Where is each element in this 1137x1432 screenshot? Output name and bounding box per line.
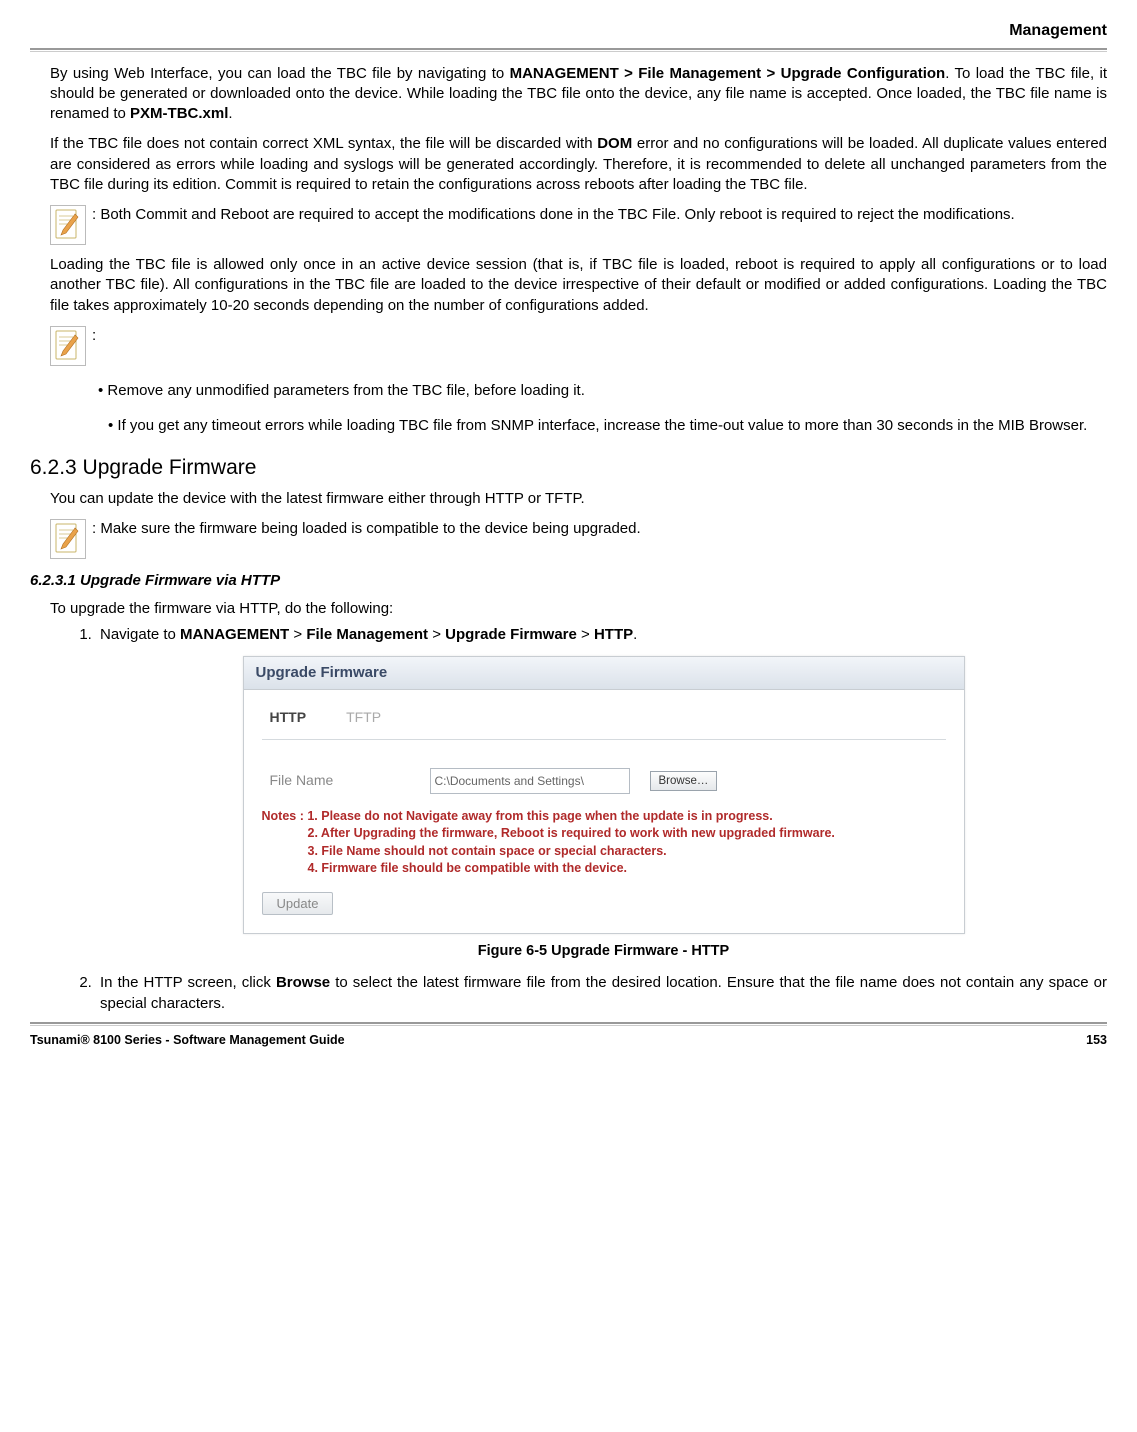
pencil-note-icon (50, 519, 86, 559)
bullet-2: • If you get any timeout errors while lo… (108, 416, 1107, 436)
footer-left: Tsunami® 8100 Series - Software Manageme… (30, 1032, 345, 1049)
p1-t1: By using Web Interface, you can load the… (50, 65, 510, 82)
panel-notes: Notes : 1. Please do not Navigate away f… (262, 808, 946, 878)
file-name-label: File Name (270, 771, 410, 790)
panel-divider (262, 739, 946, 740)
heading-6-2-3: 6.2.3 Upgrade Firmware (30, 454, 1107, 482)
paragraph-3: Loading the TBC file is allowed only onc… (50, 255, 1107, 316)
page-footer: Tsunami® 8100 Series - Software Manageme… (30, 1032, 1107, 1049)
step1-s2: > (428, 626, 445, 643)
file-row: File Name Browse… (262, 764, 946, 798)
footer-page-number: 153 (1086, 1032, 1107, 1049)
tab-http[interactable]: HTTP (270, 708, 307, 727)
panel-note-3: 3. File Name should not contain space or… (262, 843, 946, 861)
step1-s3: > (577, 626, 594, 643)
step2-b1: Browse (276, 974, 330, 991)
figure-caption: Figure 6-5 Upgrade Firmware - HTTP (100, 942, 1107, 962)
header-rule (30, 48, 1107, 52)
panel-tabs: HTTP TFTP (262, 704, 946, 735)
sec623-intro: You can update the device with the lates… (50, 489, 1107, 509)
p1-t3: . (228, 105, 232, 122)
panel-note-1: Notes : 1. Please do not Navigate away f… (262, 808, 946, 826)
p2-t1: If the TBC file does not contain correct… (50, 135, 597, 152)
footer-rule (30, 1022, 1107, 1026)
pencil-note-icon (50, 205, 86, 245)
tab-tftp[interactable]: TFTP (346, 708, 381, 727)
pencil-note-icon (50, 326, 86, 366)
bullet-1: • Remove any unmodified parameters from … (108, 381, 1107, 401)
note-1-text: : Both Commit and Reboot are required to… (92, 205, 1107, 225)
note-3-text: : Make sure the firmware being loaded is… (92, 519, 1107, 539)
step1-t1: Navigate to (100, 626, 180, 643)
step1-s1: > (289, 626, 306, 643)
update-button[interactable]: Update (262, 892, 334, 915)
p1-b2: PXM-TBC.xml (130, 105, 228, 122)
p2-b1: DOM (597, 135, 632, 152)
paragraph-2: If the TBC file does not contain correct… (50, 134, 1107, 195)
paragraph-1: By using Web Interface, you can load the… (50, 64, 1107, 125)
step1-t2: . (633, 626, 637, 643)
p1-b1: MANAGEMENT > File Management > Upgrade C… (510, 65, 946, 82)
step-1: Navigate to MANAGEMENT > File Management… (96, 625, 1107, 961)
browse-button[interactable]: Browse… (650, 771, 718, 791)
panel-note-2: 2. After Upgrading the firmware, Reboot … (262, 825, 946, 843)
page-section-header: Management (30, 20, 1107, 42)
note-1: : Both Commit and Reboot are required to… (50, 205, 1107, 245)
step-2: In the HTTP screen, click Browse to sele… (96, 973, 1107, 1014)
panel-note-4: 4. Firmware file should be compatible wi… (262, 860, 946, 878)
heading-6-2-3-1: 6.2.3.1 Upgrade Firmware via HTTP (30, 571, 1107, 591)
sec6231-intro: To upgrade the firmware via HTTP, do the… (50, 599, 1107, 619)
step2-t1: In the HTTP screen, click (100, 974, 276, 991)
panel-title: Upgrade Firmware (244, 657, 964, 690)
step1-b4: HTTP (594, 626, 633, 643)
step1-b2: File Management (306, 626, 428, 643)
step1-b1: MANAGEMENT (180, 626, 289, 643)
file-name-input[interactable] (430, 768, 630, 794)
note-2: : (50, 326, 1107, 366)
step1-b3: Upgrade Firmware (445, 626, 577, 643)
note-2-prefix: : (92, 326, 1107, 346)
upgrade-firmware-panel: Upgrade Firmware HTTP TFTP File Name Bro… (243, 656, 965, 934)
note-3: : Make sure the firmware being loaded is… (50, 519, 1107, 559)
